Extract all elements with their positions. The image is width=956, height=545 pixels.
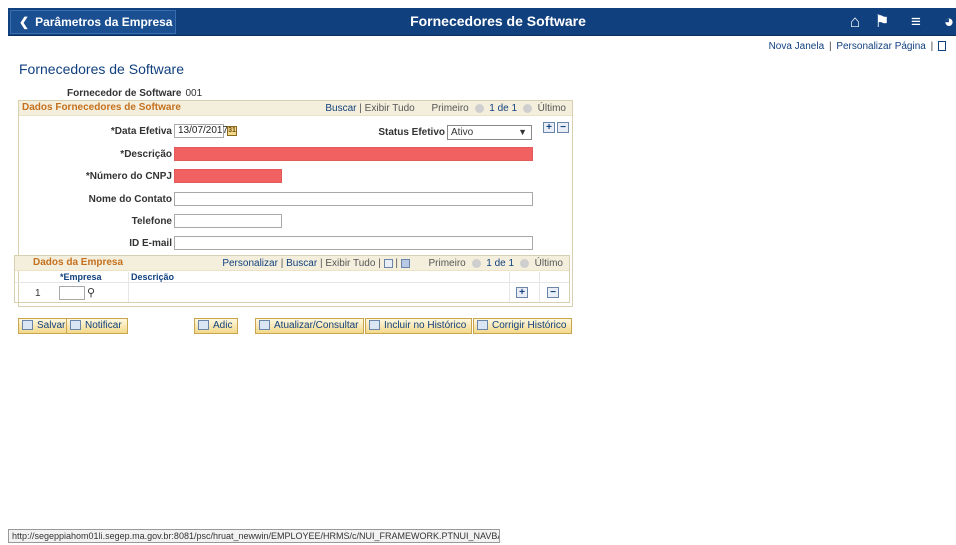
- grid-first-label[interactable]: Primeiro: [428, 258, 465, 269]
- save-button[interactable]: Salvar: [18, 318, 72, 334]
- frame-border: [0, 0, 8, 545]
- zoom-icon[interactable]: [383, 258, 393, 268]
- include-history-label: Incluir no Histórico: [384, 320, 467, 331]
- phone-field[interactable]: [174, 214, 282, 228]
- grid-prev-arrow-icon[interactable]: [471, 258, 481, 268]
- column-divider: [509, 272, 510, 302]
- column-header-descricao[interactable]: Descrição: [131, 272, 174, 282]
- new-window-link[interactable]: Nova Janela: [769, 41, 825, 52]
- row-count: 1 de 1: [489, 103, 518, 114]
- menu-icon[interactable]: ≡: [905, 12, 927, 32]
- add-button[interactable]: Adic: [194, 318, 239, 334]
- grid-header: Dados da Empresa Personalizar | Buscar |…: [15, 256, 569, 271]
- update-label: Atualizar/Consultar: [274, 320, 359, 331]
- delete-row-button[interactable]: −: [557, 122, 569, 133]
- grid-navigation: Personalizar | Buscar | Exibir Tudo | | …: [222, 258, 563, 269]
- effective-date-label: *Data Efetiva: [110, 126, 172, 137]
- history-icon: [369, 320, 380, 331]
- column-header-empresa[interactable]: *Empresa: [60, 272, 102, 282]
- grid-last-label[interactable]: Último: [535, 258, 563, 269]
- correct-history-label: Corrigir Histórico: [492, 320, 567, 331]
- next-arrow-icon[interactable]: [522, 103, 532, 113]
- update-icon: [259, 320, 270, 331]
- column-divider: [128, 272, 129, 302]
- notify-label: Notificar: [85, 320, 122, 331]
- section-title: Dados Fornecedores de Software: [22, 102, 181, 113]
- separator: |: [930, 41, 934, 52]
- utility-links: Nova Janela | Personalizar Página |: [769, 41, 946, 52]
- prev-arrow-icon[interactable]: [474, 103, 484, 113]
- key-field: Fornecedor de Software 001: [67, 88, 202, 99]
- email-label: ID E-mail: [129, 238, 172, 249]
- grid-find-link[interactable]: Buscar: [286, 258, 317, 269]
- email-field[interactable]: [174, 236, 533, 250]
- banner-title: Fornecedores de Software: [410, 13, 586, 29]
- personalize-page-link[interactable]: Personalizar Página: [836, 41, 926, 52]
- description-label: *Descrição: [120, 149, 172, 160]
- grid-title: Dados da Empresa: [33, 257, 124, 268]
- column-divider: [539, 272, 540, 302]
- back-button-label: Parâmetros da Empresa: [35, 15, 173, 29]
- correct-history-icon: [477, 320, 488, 331]
- add-row-button[interactable]: +: [543, 122, 555, 133]
- last-label[interactable]: Último: [538, 103, 566, 114]
- top-banner: ❮ Parâmetros da Empresa Fornecedores de S…: [8, 8, 956, 36]
- status-bar-url: http://segeppiahom01li.segep.ma.gov.br:8…: [8, 529, 500, 543]
- chevron-down-icon: ▼: [518, 127, 527, 137]
- home-icon[interactable]: ⌂: [844, 12, 866, 32]
- row-divider: [15, 282, 569, 283]
- save-icon: [22, 320, 33, 331]
- save-label: Salvar: [37, 320, 66, 331]
- view-all-link[interactable]: Exibir Tudo: [365, 103, 415, 114]
- navbar-icon[interactable]: ◕: [938, 12, 956, 32]
- update-display-button[interactable]: Atualizar/Consultar: [255, 318, 365, 334]
- correct-history-button[interactable]: Corrigir Histórico: [473, 318, 573, 334]
- add-label: Adic: [213, 320, 233, 331]
- contact-name-label: Nome do Contato: [88, 194, 172, 205]
- add-icon: [198, 320, 209, 331]
- section-navigation: Buscar | Exibir Tudo Primeiro 1 de 1 Últ…: [325, 103, 566, 114]
- help-icon[interactable]: [938, 41, 946, 52]
- empresa-input[interactable]: [59, 286, 85, 300]
- key-value: 001: [185, 88, 203, 99]
- calendar-icon[interactable]: 31: [227, 126, 237, 136]
- company-data-grid: Dados da Empresa Personalizar | Buscar |…: [14, 255, 570, 303]
- phone-label: Telefone: [131, 216, 172, 227]
- mail-icon: [70, 320, 81, 331]
- description-field[interactable]: [174, 147, 533, 161]
- cnpj-field[interactable]: [174, 169, 282, 183]
- include-history-button[interactable]: Incluir no Histórico: [365, 318, 473, 334]
- table-row-number: 1: [35, 288, 41, 299]
- status-select[interactable]: Ativo ▼: [447, 125, 532, 140]
- page-title: Fornecedores de Software: [19, 61, 184, 77]
- status-value: Ativo: [451, 127, 474, 138]
- grid-view-all-link[interactable]: Exibir Tudo: [325, 258, 375, 269]
- cnpj-label: *Número do CNPJ: [85, 171, 172, 182]
- grid-next-arrow-icon[interactable]: [519, 258, 529, 268]
- grid-personalize-link[interactable]: Personalizar: [222, 258, 278, 269]
- contact-name-field[interactable]: [174, 192, 533, 206]
- status-label: Status Efetivo: [378, 127, 445, 138]
- grid-add-row-button[interactable]: +: [516, 287, 528, 298]
- separator: |: [828, 41, 832, 52]
- section-header: Dados Fornecedores de Software Buscar | …: [19, 101, 572, 116]
- grid-row-count: 1 de 1: [486, 258, 515, 269]
- key-label: Fornecedor de Software: [67, 88, 182, 99]
- search-icon[interactable]: ⚲: [87, 286, 95, 299]
- notify-button[interactable]: Notificar: [66, 318, 128, 334]
- first-label[interactable]: Primeiro: [431, 103, 468, 114]
- find-link[interactable]: Buscar: [325, 103, 356, 114]
- effective-date-field[interactable]: 13/07/2017: [174, 124, 228, 138]
- back-button[interactable]: ❮ Parâmetros da Empresa: [10, 10, 176, 34]
- flag-icon[interactable]: ⚑: [871, 12, 893, 32]
- download-icon[interactable]: [400, 258, 410, 268]
- grid-delete-row-button[interactable]: −: [547, 287, 559, 298]
- chevron-left-icon: ❮: [19, 15, 30, 29]
